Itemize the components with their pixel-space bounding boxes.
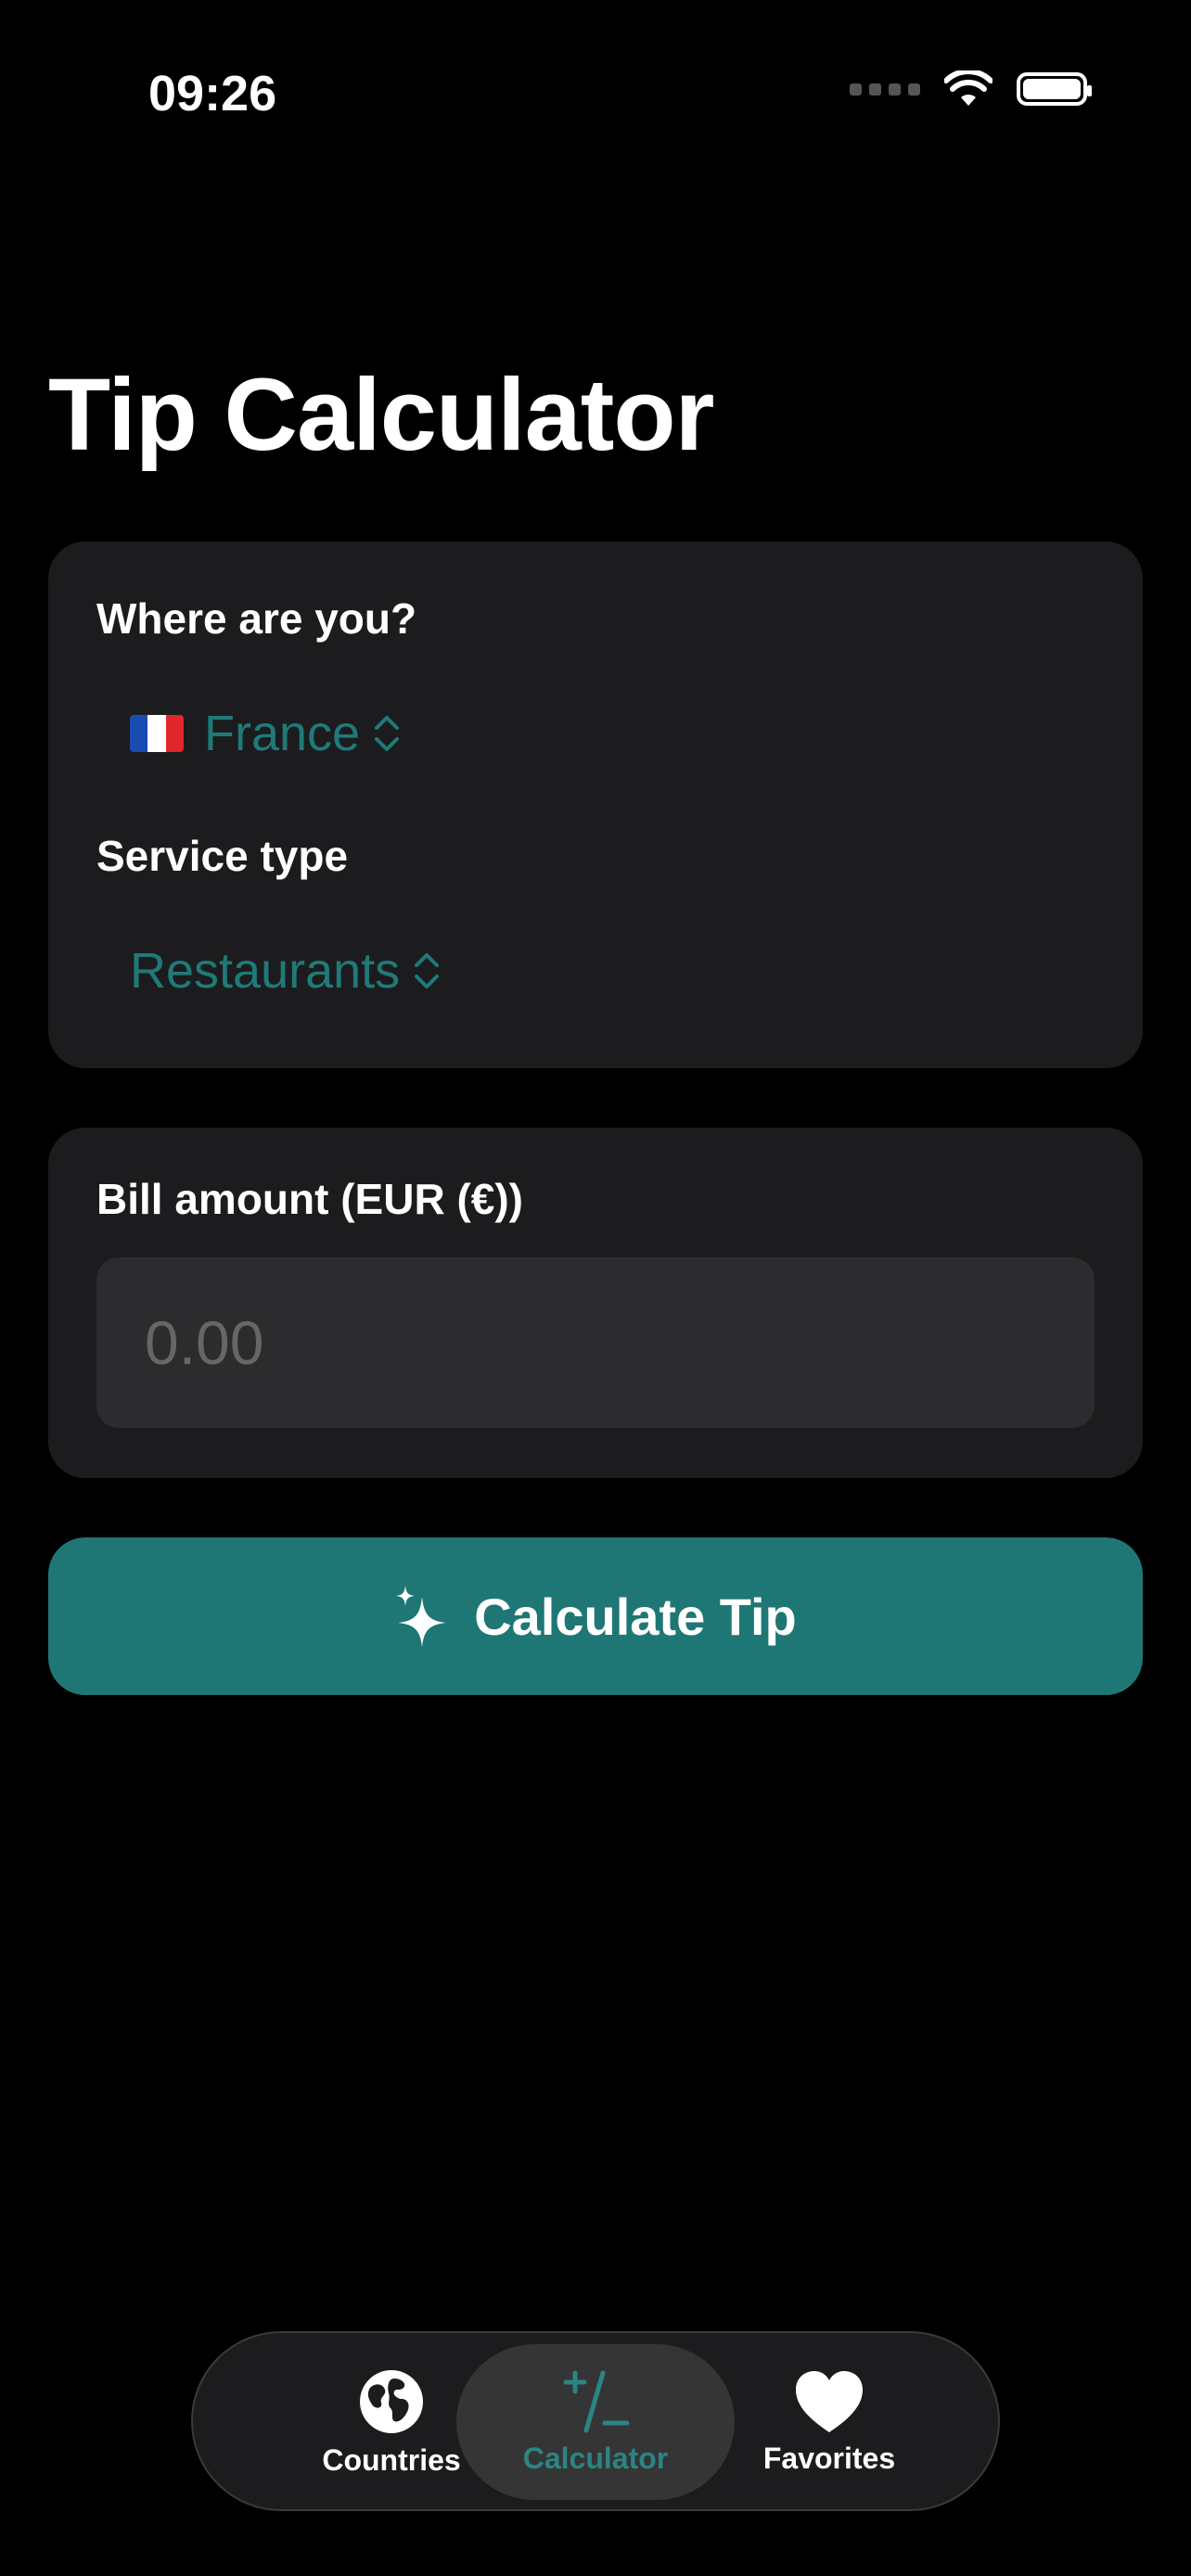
- globe-icon: [360, 2369, 423, 2433]
- sparkles-icon: [396, 1586, 447, 1647]
- chevron-up-down-icon: [375, 716, 400, 751]
- chevron-up-down-icon: [415, 953, 440, 988]
- cellular-signal-icon: [850, 83, 920, 96]
- calculate-tip-label: Calculate Tip: [474, 1587, 797, 1646]
- bill-amount-input[interactable]: [96, 1257, 1095, 1428]
- country-picker[interactable]: France: [130, 705, 401, 762]
- tab-favorites-label: Favorites: [762, 2441, 896, 2475]
- country-value: France: [204, 706, 361, 761]
- bill-card: Bill amount (EUR (€)): [48, 1128, 1143, 1478]
- location-label: Where are you?: [96, 594, 417, 643]
- tab-bar: Countries Calculator Favorites: [191, 2331, 1000, 2511]
- status-time: 09:26: [148, 66, 277, 121]
- heart-icon: [796, 2370, 863, 2432]
- calculate-tip-button[interactable]: Calculate Tip: [48, 1537, 1143, 1695]
- status-indicators: [850, 70, 1092, 108]
- service-type-picker[interactable]: Restaurants: [130, 942, 441, 1000]
- wifi-icon: [944, 70, 992, 106]
- location-card: Where are you? France Service type Resta…: [48, 542, 1143, 1068]
- plus-slash-minus-icon: [563, 2370, 630, 2432]
- flag-france-icon: [130, 715, 184, 752]
- service-type-label: Service type: [96, 832, 349, 880]
- tab-calculator-label: Calculator: [522, 2441, 669, 2475]
- service-type-value: Restaurants: [130, 943, 401, 999]
- bill-amount-label: Bill amount (EUR (€)): [96, 1175, 523, 1223]
- tab-countries-label: Countries: [322, 2442, 461, 2477]
- tab-favorites[interactable]: Favorites: [690, 2344, 968, 2500]
- battery-icon: [1017, 72, 1092, 106]
- page-title: Tip Calculator: [48, 358, 714, 472]
